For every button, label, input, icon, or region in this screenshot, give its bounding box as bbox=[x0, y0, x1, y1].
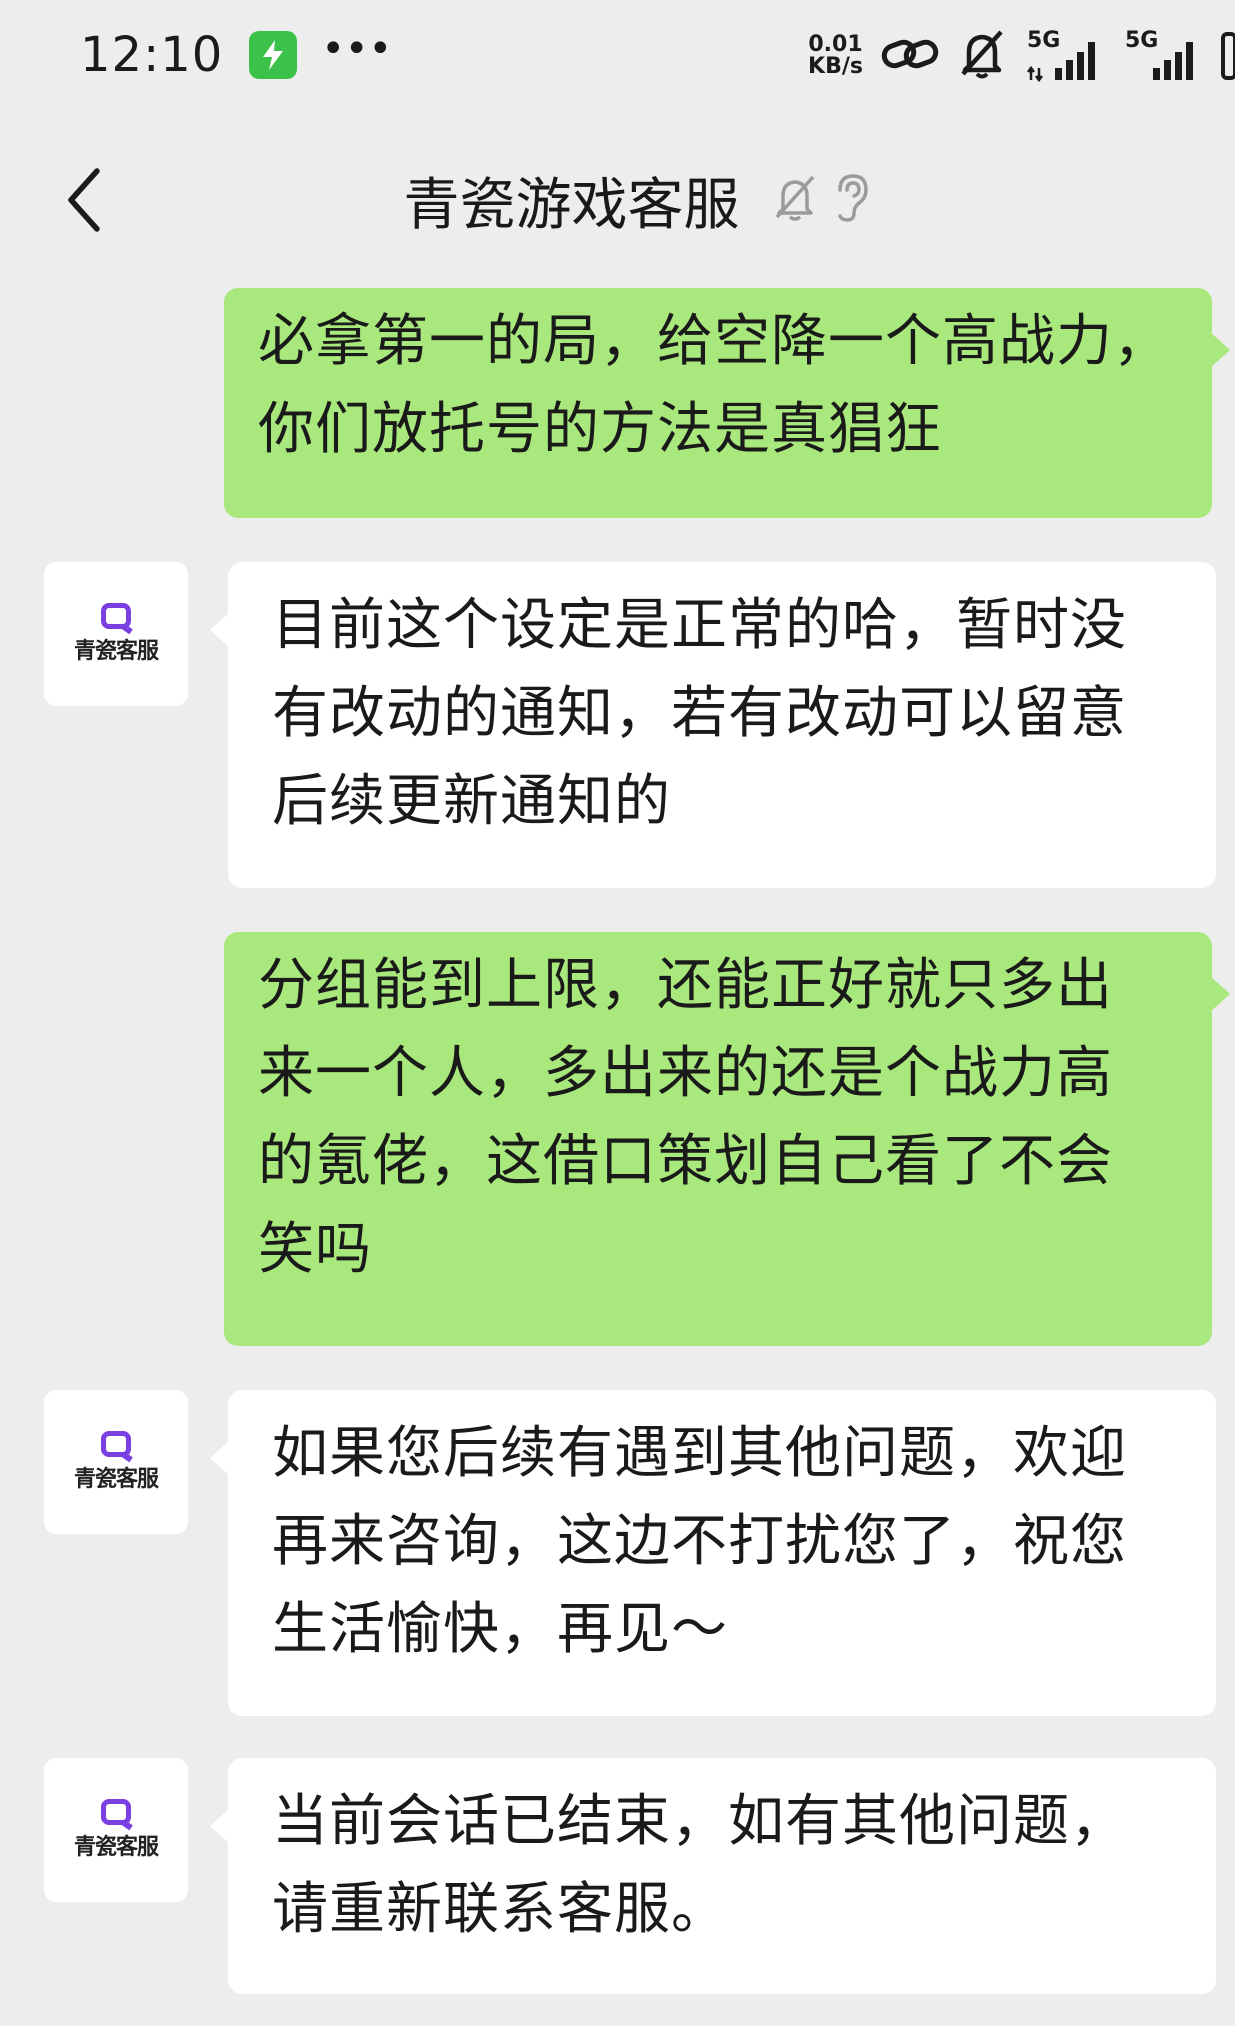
status-time: 12:10 bbox=[80, 27, 224, 83]
service-message-bubble[interactable]: 当前会话已结束，如有其他问题， 请重新联系客服。 bbox=[210, 1758, 1216, 1994]
message-line: 的氪佬，这借口策划自己看了不会 bbox=[258, 1129, 1113, 1194]
brand-logo-icon bbox=[101, 603, 131, 629]
title-wrap: 青瓷游戏客服 bbox=[0, 140, 1235, 260]
mute-bell-icon bbox=[957, 28, 1007, 84]
avatar-label: 青瓷客服 bbox=[73, 1467, 159, 1492]
brand-logo-icon bbox=[101, 1431, 131, 1457]
signal-icon-1: 5G bbox=[1025, 28, 1105, 84]
message-line: 分组能到上限，还能正好就只多出 bbox=[258, 953, 1113, 1018]
more-dots-icon: ••• bbox=[321, 26, 393, 72]
message-line: 目前这个设定是正常的哈，暂时没 bbox=[272, 593, 1127, 658]
status-bar: 12:10 ••• 0.01 KB/s 5G 5G bbox=[0, 0, 1235, 110]
ear-icon bbox=[832, 172, 872, 228]
message-line: 生活愉快，再见～ bbox=[272, 1597, 728, 1662]
net-speed-value: 0.01 bbox=[808, 32, 863, 57]
nav-bar: 青瓷游戏客服 bbox=[0, 140, 1235, 260]
brand-logo-icon bbox=[101, 1799, 131, 1825]
service-message-bubble[interactable]: 目前这个设定是正常的哈，暂时没 有改动的通知，若有改动可以留意 后续更新通知的 bbox=[210, 562, 1216, 888]
net-speed: 0.01 KB/s bbox=[808, 34, 863, 78]
battery-icon-edge bbox=[1221, 26, 1235, 86]
bolt-icon bbox=[249, 31, 298, 79]
my-message-bubble[interactable]: 必拿第一的局，给空降一个高战力， 你们放托号的方法是真猖狂 bbox=[224, 288, 1230, 518]
message-line: 后续更新通知的 bbox=[272, 769, 671, 834]
signal-icon-2: 5G bbox=[1123, 28, 1203, 84]
message-line: 请重新联系客服。 bbox=[272, 1877, 728, 1942]
my-message-bubble[interactable]: 分组能到上限，还能正好就只多出 来一个人，多出来的还是个战力高 的氪佬，这借口策… bbox=[224, 932, 1230, 1346]
net-speed-unit: KB/s bbox=[808, 54, 863, 79]
message-line: 再来咨询，这边不打扰您了，祝您 bbox=[272, 1509, 1127, 1574]
avatar-label: 青瓷客服 bbox=[73, 639, 159, 664]
status-indicators: 0.01 KB/s 5G 5G bbox=[808, 28, 1235, 84]
message-line: 笑吗 bbox=[258, 1217, 372, 1282]
message-line: 必拿第一的局，给空降一个高战力， bbox=[258, 309, 1170, 374]
link-icon bbox=[881, 34, 939, 78]
message-line: 如果您后续有遇到其他问题，欢迎 bbox=[272, 1421, 1127, 1486]
avatar[interactable]: 青瓷客服 bbox=[44, 562, 188, 706]
avatar[interactable]: 青瓷客服 bbox=[44, 1758, 188, 1902]
mute-bell-icon bbox=[772, 173, 818, 227]
message-line: 你们放托号的方法是真猖狂 bbox=[258, 397, 942, 462]
page-title: 青瓷游戏客服 bbox=[403, 172, 740, 238]
message-line: 有改动的通知，若有改动可以留意 bbox=[272, 681, 1127, 746]
message-line: 当前会话已结束，如有其他问题， bbox=[272, 1789, 1127, 1854]
service-message-bubble[interactable]: 如果您后续有遇到其他问题，欢迎 再来咨询，这边不打扰您了，祝您 生活愉快，再见～ bbox=[210, 1390, 1216, 1716]
avatar-label: 青瓷客服 bbox=[73, 1835, 159, 1860]
avatar[interactable]: 青瓷客服 bbox=[44, 1390, 188, 1534]
message-line: 来一个人，多出来的还是个战力高 bbox=[258, 1041, 1113, 1106]
